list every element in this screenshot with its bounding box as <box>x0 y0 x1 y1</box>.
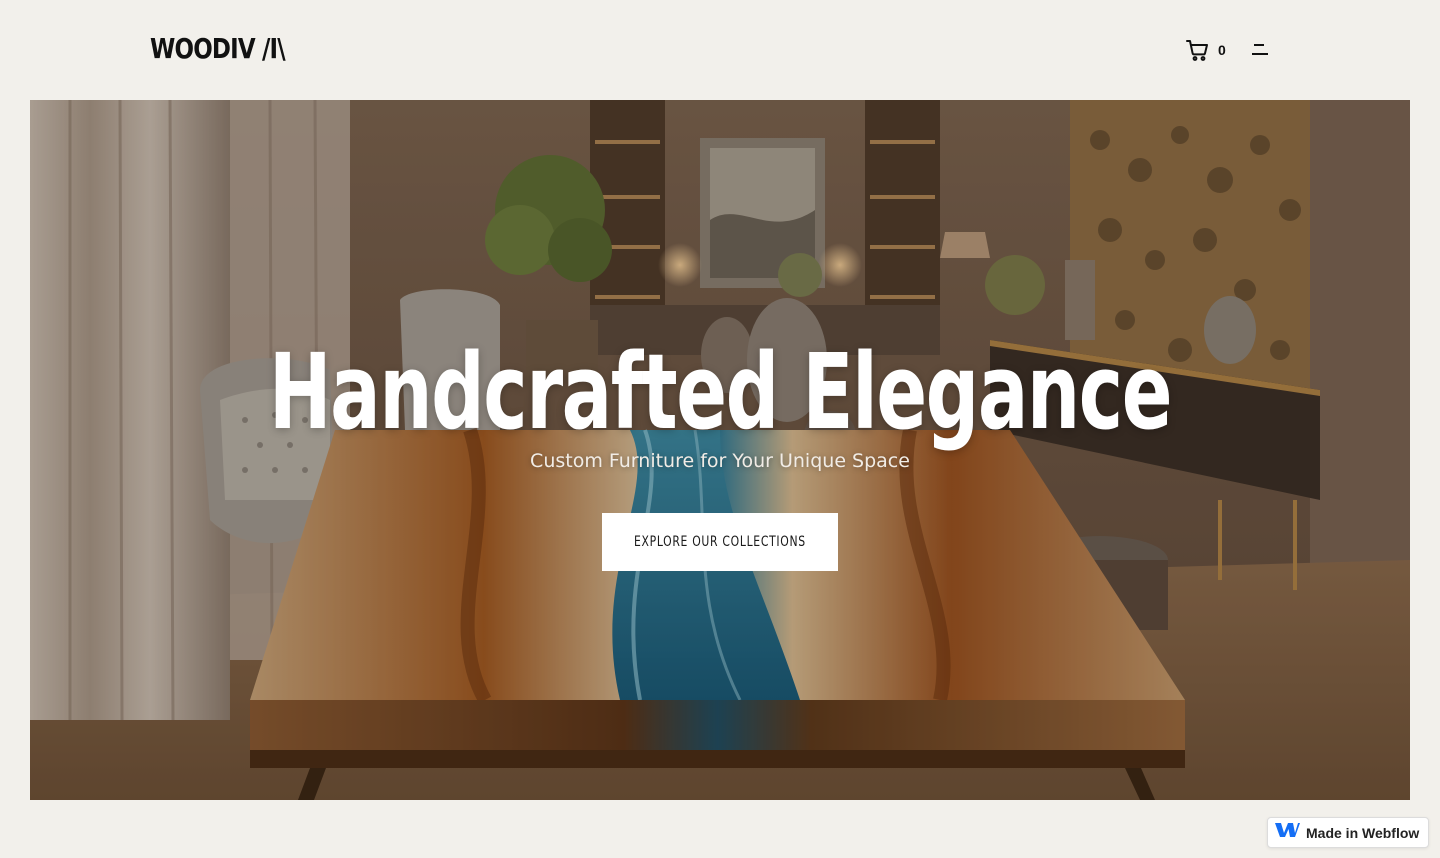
hero-section: Handcrafted Elegance Custom Furniture fo… <box>30 100 1410 800</box>
hero-subtitle: Custom Furniture for Your Unique Space <box>530 450 910 472</box>
site-header: WOODIV /I\ 0 <box>0 0 1440 100</box>
page: WOODIV /I\ 0 Handcrafted Elegance Custom… <box>0 0 1440 858</box>
webflow-logo-icon <box>1274 821 1300 844</box>
explore-collections-button[interactable]: EXPLORE OUR COLLECTIONS <box>602 513 838 571</box>
cart-button[interactable]: 0 <box>1186 37 1226 63</box>
made-in-webflow-label: Made in Webflow <box>1306 824 1420 841</box>
made-in-webflow-badge[interactable]: Made in Webflow <box>1267 817 1429 848</box>
cart-count: 0 <box>1218 42 1226 58</box>
menu-icon <box>1250 44 1272 64</box>
brand-logo[interactable]: WOODIV /I\ <box>150 32 286 66</box>
explore-collections-label: EXPLORE OUR COLLECTIONS <box>634 534 806 550</box>
cart-icon <box>1186 38 1210 62</box>
menu-button[interactable] <box>1250 40 1272 60</box>
hero-title: Handcrafted Elegance <box>268 331 1173 453</box>
